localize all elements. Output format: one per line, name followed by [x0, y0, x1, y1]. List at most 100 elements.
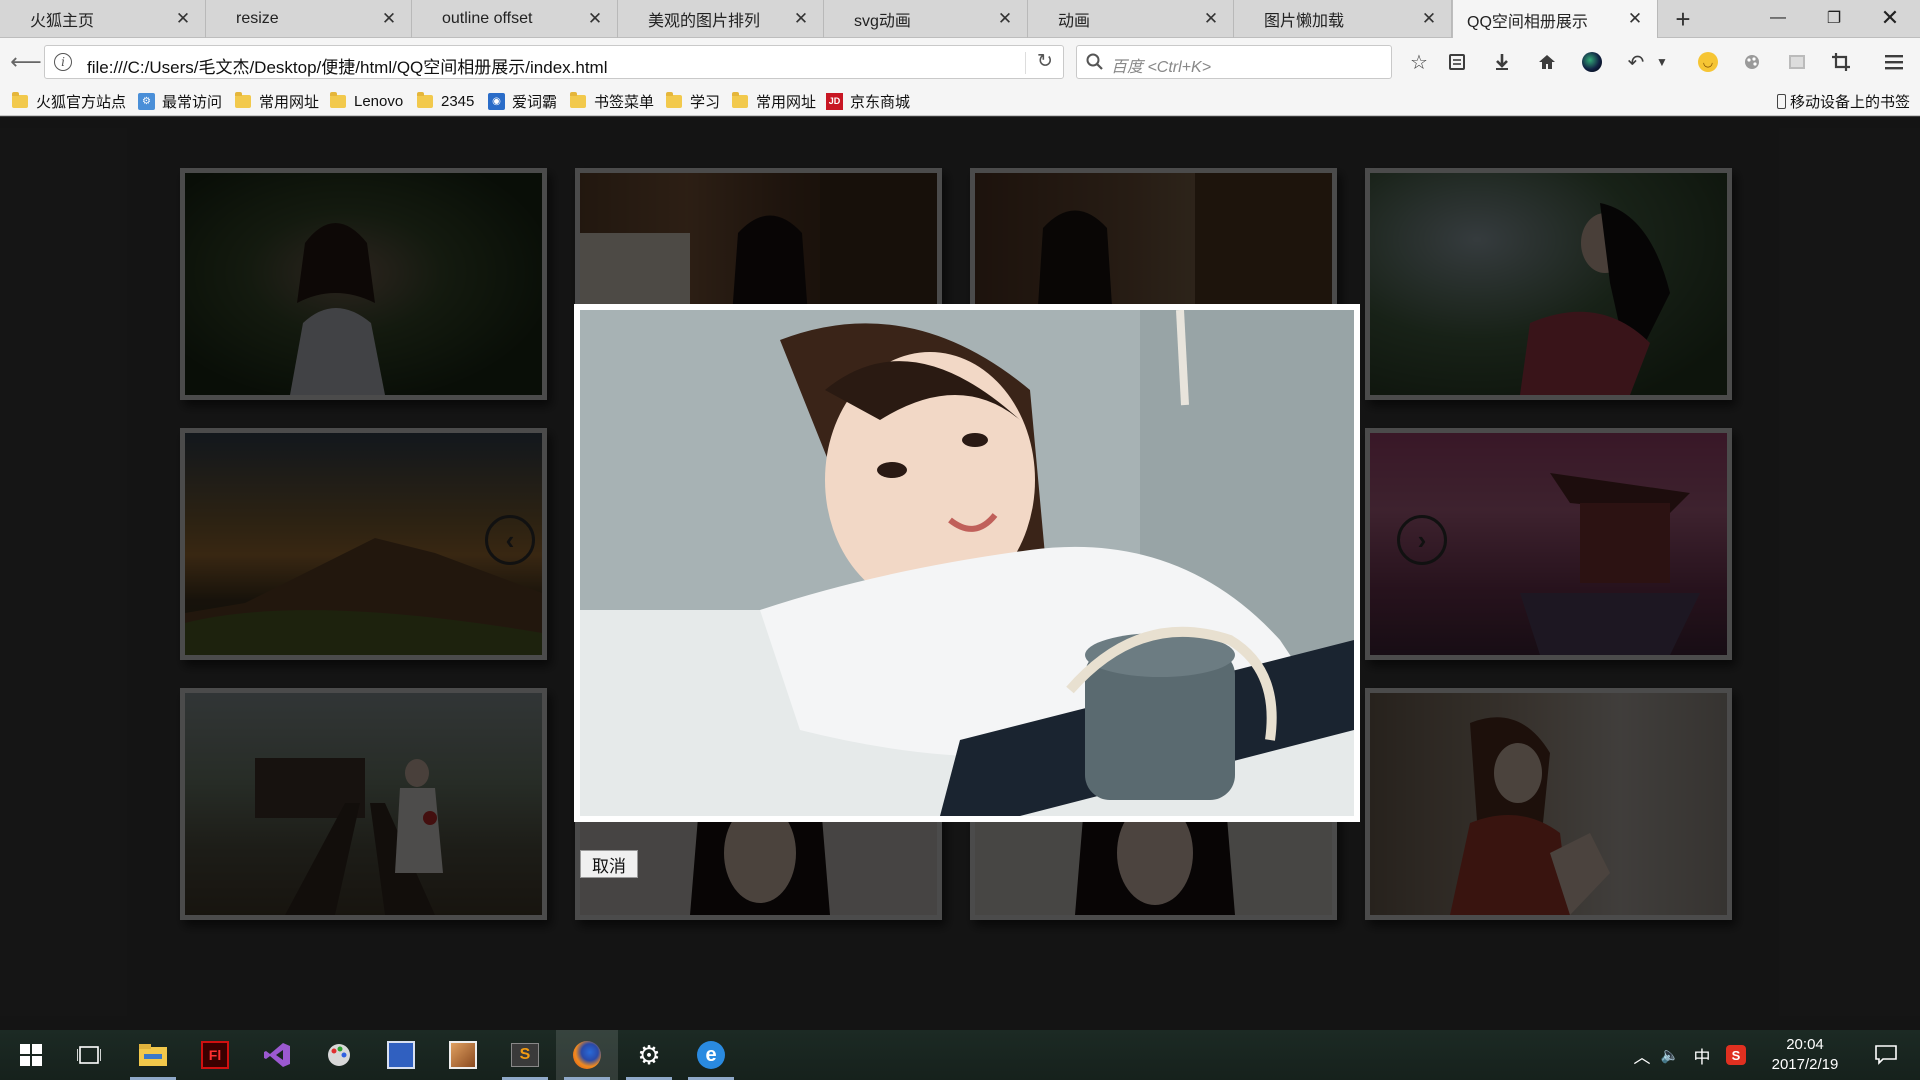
- start-button[interactable]: [0, 1030, 62, 1080]
- firefox-icon: [573, 1041, 601, 1069]
- next-arrow-button[interactable]: ›: [1397, 515, 1447, 565]
- reload-icon[interactable]: ↻: [1037, 50, 1053, 73]
- tray-expand-icon[interactable]: ︿: [1630, 1030, 1654, 1080]
- app-icon: [387, 1041, 415, 1069]
- bookmark-label: 学习: [690, 93, 721, 111]
- palette-icon: [328, 1044, 350, 1066]
- tab-svg-animation[interactable]: svg动画 ✕: [824, 0, 1028, 38]
- bookmark-item[interactable]: 书签菜单: [570, 90, 654, 112]
- sublime-icon: S: [511, 1043, 539, 1067]
- bookmark-item[interactable]: 学习: [666, 90, 720, 112]
- flash-app[interactable]: Fl: [184, 1030, 246, 1080]
- preview-photo: [580, 310, 1354, 816]
- close-icon[interactable]: ✕: [379, 9, 399, 29]
- mobile-bookmarks[interactable]: 移动设备上的书签: [1776, 90, 1910, 112]
- internet-explorer-app[interactable]: e: [680, 1030, 742, 1080]
- tab-title: resize: [236, 10, 279, 27]
- bookmark-label: 火狐官方站点: [36, 93, 127, 111]
- minimize-icon[interactable]: —: [1750, 0, 1806, 36]
- photo-app[interactable]: [432, 1030, 494, 1080]
- tab-resize[interactable]: resize ✕: [206, 0, 412, 38]
- menu-icon[interactable]: [1878, 46, 1910, 78]
- crop-icon[interactable]: [1825, 46, 1857, 78]
- paint-app[interactable]: [308, 1030, 370, 1080]
- bookmark-item[interactable]: ⚙ 最常访问: [138, 90, 222, 112]
- task-view-button[interactable]: [58, 1030, 120, 1080]
- clock[interactable]: 20:04 2017/2/19: [1760, 1035, 1850, 1075]
- bookmark-item[interactable]: ◉ 爱词霸: [488, 90, 557, 112]
- prev-arrow-button[interactable]: ‹: [485, 515, 535, 565]
- undo-icon[interactable]: ↶: [1620, 46, 1652, 78]
- task-view-icon: [77, 1046, 101, 1064]
- new-tab-button[interactable]: +: [1668, 4, 1698, 34]
- bookmark-star-icon[interactable]: ☆: [1403, 46, 1435, 78]
- tab-strip: 火狐主页 ✕ resize ✕ outline offset ✕ 美观的图片排列…: [0, 0, 1920, 39]
- cancel-button[interactable]: 取消: [580, 850, 638, 878]
- app-5[interactable]: [370, 1030, 432, 1080]
- search-bar[interactable]: 百度 <Ctrl+K>: [1076, 45, 1392, 79]
- folder-icon: [417, 91, 433, 108]
- close-icon[interactable]: ✕: [585, 9, 605, 29]
- search-placeholder: 百度 <Ctrl+K>: [1111, 59, 1212, 76]
- flash-icon: Fl: [201, 1041, 229, 1069]
- bookmark-item[interactable]: 常用网址: [732, 90, 816, 112]
- bookmark-label: 书签菜单: [594, 93, 655, 111]
- tab-image-layout[interactable]: 美观的图片排列 ✕: [618, 0, 824, 38]
- settings-app[interactable]: ⚙: [618, 1030, 680, 1080]
- sogou-input-icon[interactable]: S: [1724, 1030, 1748, 1080]
- visual-studio-app[interactable]: [246, 1030, 308, 1080]
- close-window-icon[interactable]: ✕: [1862, 0, 1918, 36]
- notification-center-icon[interactable]: [1866, 1030, 1906, 1080]
- sublime-text-app[interactable]: S: [494, 1030, 556, 1080]
- tab-outline-offset[interactable]: outline offset ✕: [412, 0, 618, 38]
- tab-title: 火狐主页: [30, 13, 95, 30]
- ie-icon: e: [697, 1041, 725, 1069]
- bookmark-item[interactable]: Lenovo: [330, 90, 403, 112]
- extension-icon[interactable]: [1576, 46, 1608, 78]
- photo-icon: [449, 1041, 477, 1069]
- volume-icon[interactable]: 🔈: [1658, 1030, 1682, 1080]
- folder-icon: [235, 91, 251, 108]
- phone-icon: [1776, 93, 1786, 109]
- home-icon[interactable]: [1531, 46, 1563, 78]
- close-icon[interactable]: ✕: [1419, 9, 1439, 29]
- firefox-app[interactable]: [556, 1030, 618, 1080]
- album-page: ‹ › 取消: [0, 117, 1920, 1030]
- bookmark-label: 常用网址: [756, 93, 817, 111]
- address-bar[interactable]: i file:///C:/Users/毛文杰/Desktop/便捷/html/Q…: [44, 45, 1064, 79]
- bookmark-item[interactable]: 火狐官方站点: [12, 90, 126, 112]
- bookmark-item[interactable]: JD 京东商城: [826, 90, 910, 112]
- screenshot-icon[interactable]: [1781, 46, 1813, 78]
- close-icon[interactable]: ✕: [1625, 9, 1645, 29]
- ime-indicator[interactable]: 中: [1690, 1030, 1714, 1080]
- close-icon[interactable]: ✕: [1201, 9, 1221, 29]
- jd-icon: JD: [826, 92, 843, 110]
- mobile-bookmarks-label: 移动设备上的书签: [1789, 93, 1910, 111]
- reading-list-icon[interactable]: [1441, 46, 1473, 78]
- smart-folder-icon: ⚙: [138, 92, 155, 110]
- close-icon[interactable]: ✕: [791, 9, 811, 29]
- file-explorer-app[interactable]: [122, 1030, 184, 1080]
- bookmark-label: 爱词霸: [512, 93, 558, 111]
- tab-lazy-load[interactable]: 图片懒加载 ✕: [1234, 0, 1452, 38]
- bookmark-item[interactable]: 2345: [417, 90, 474, 112]
- tab-title: svg动画: [854, 13, 911, 30]
- emoji-icon[interactable]: ◡: [1692, 46, 1724, 78]
- url-text[interactable]: file:///C:/Users/毛文杰/Desktop/便捷/html/QQ空…: [87, 53, 607, 78]
- tab-huohu-home[interactable]: 火狐主页 ✕: [0, 0, 206, 38]
- tab-title: 美观的图片排列: [648, 13, 761, 30]
- divider: [1025, 52, 1026, 74]
- site-info-icon[interactable]: i: [54, 53, 72, 71]
- close-icon[interactable]: ✕: [995, 9, 1015, 29]
- tab-animation[interactable]: 动画 ✕: [1028, 0, 1234, 38]
- tab-qq-album[interactable]: QQ空间相册展示 ✕: [1452, 0, 1658, 39]
- paint-icon[interactable]: [1736, 46, 1768, 78]
- bookmarks-bar: 火狐官方站点 ⚙ 最常访问 常用网址 Lenovo 2345 ◉ 爱词霸 书签菜…: [0, 86, 1920, 116]
- dropdown-arrow-icon[interactable]: ▼: [1652, 46, 1672, 78]
- back-arrow-icon[interactable]: ⟵: [10, 46, 42, 78]
- close-icon[interactable]: ✕: [173, 9, 193, 29]
- restore-icon[interactable]: ❐: [1806, 0, 1862, 36]
- download-icon[interactable]: [1486, 46, 1518, 78]
- folder-icon: [139, 1044, 167, 1066]
- bookmark-item[interactable]: 常用网址: [235, 90, 319, 112]
